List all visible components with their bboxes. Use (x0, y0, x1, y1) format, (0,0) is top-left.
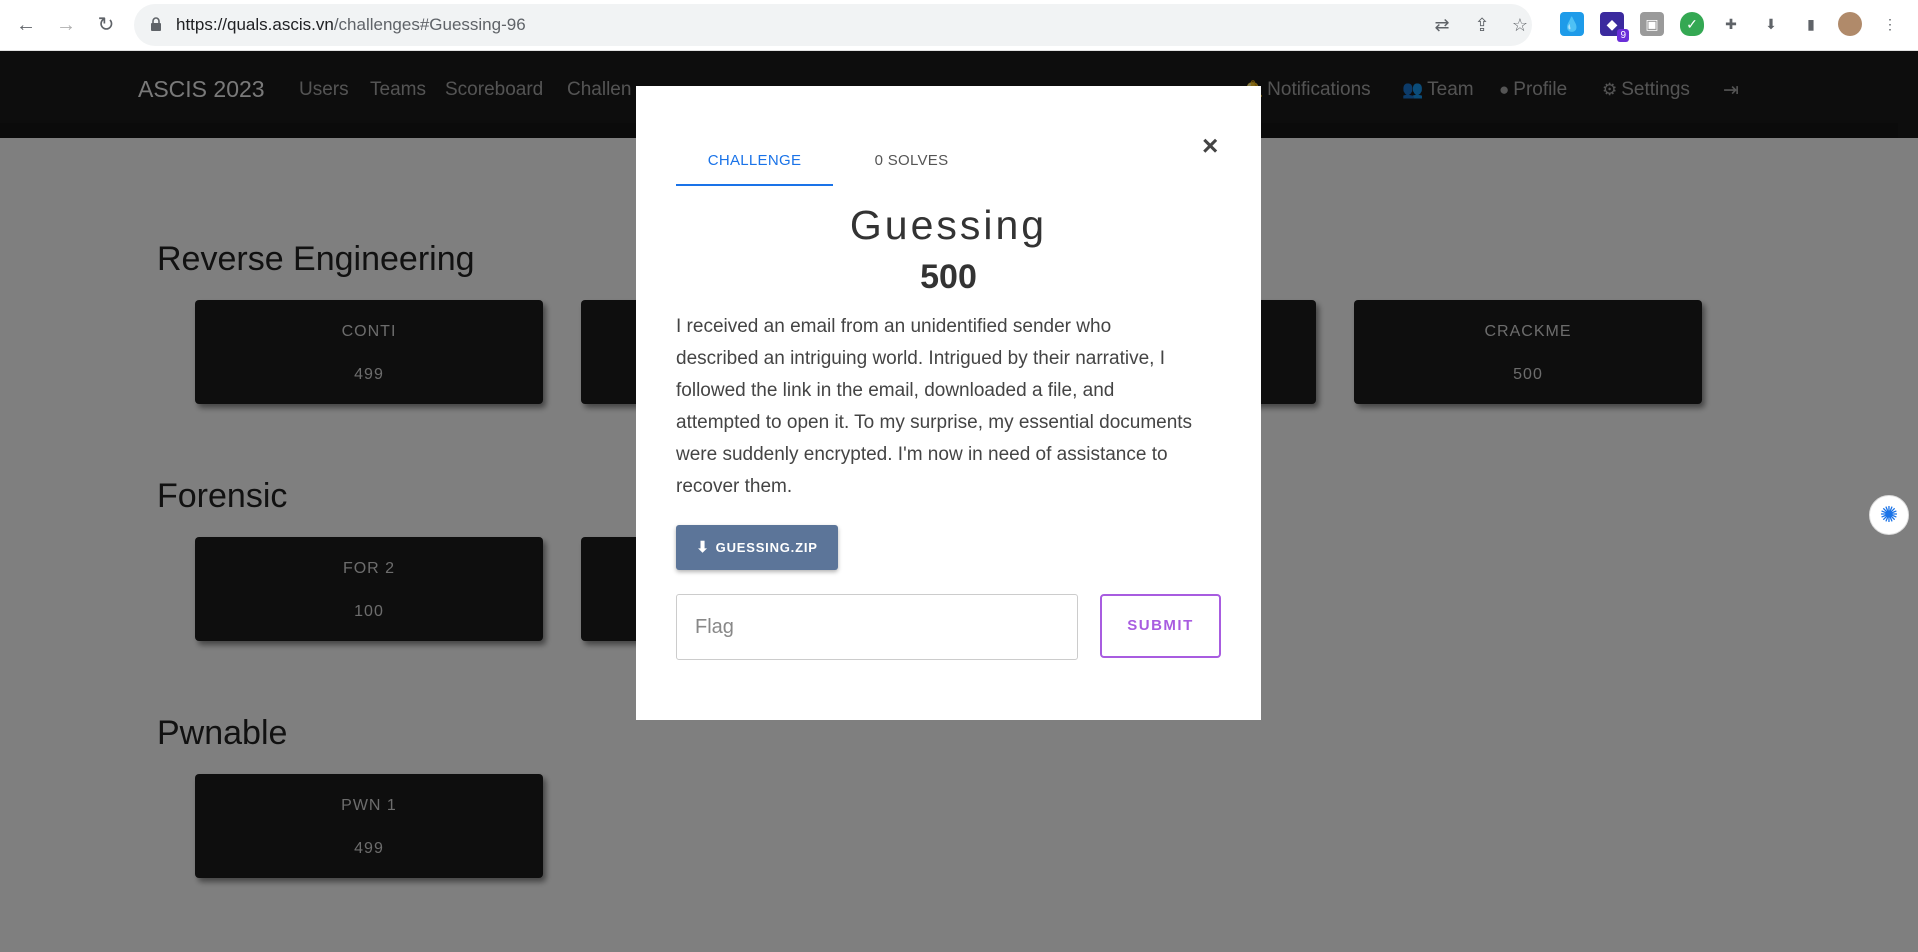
url-text: https://quals.ascis.vn/challenges#Guessi… (176, 15, 526, 34)
profile-extension-icon[interactable]: ▣ (1640, 12, 1664, 36)
ai-assistant-icon[interactable]: ✺ (1869, 495, 1909, 535)
raindrop-extension-icon[interactable]: 💧 (1560, 12, 1584, 36)
tab-challenge[interactable]: CHALLENGE (676, 146, 833, 186)
challenge-points: 500 (920, 258, 977, 296)
back-icon[interactable]: ← (12, 11, 40, 39)
browser-toolbar: ← → ↻ https://quals.ascis.vn/challenges#… (0, 0, 1918, 51)
reload-icon[interactable]: ↻ (92, 11, 120, 39)
flag-input[interactable] (676, 594, 1078, 660)
share-icon[interactable]: ⇪ (1471, 14, 1493, 36)
star-icon[interactable]: ☆ (1509, 14, 1531, 36)
side-panel-icon[interactable]: ▮ (1799, 12, 1823, 36)
download-file-button[interactable]: ⬇ GUESSING.ZIP (676, 525, 838, 570)
challenge-title: Guessing (849, 202, 1048, 248)
close-icon[interactable]: × (1202, 130, 1218, 162)
tab-solves[interactable]: 0 SOLVES (833, 146, 990, 186)
submit-button[interactable]: SUBMIT (1100, 594, 1221, 658)
challenge-modal: CHALLENGE 0 SOLVES × Guessing 500 I rece… (636, 86, 1261, 720)
menu-dots-icon[interactable]: ⋮ (1878, 12, 1902, 36)
extension-icon[interactable]: ◆ 9 (1600, 12, 1629, 42)
challenge-description: I received an email from an unidentified… (676, 316, 1193, 497)
address-bar[interactable]: https://quals.ascis.vn/challenges#Guessi… (134, 4, 1532, 46)
download-icon: ⬇ (696, 539, 710, 556)
puzzle-icon[interactable]: ✚ (1719, 12, 1743, 36)
download-label: GUESSING.ZIP (715, 540, 818, 555)
download-icon[interactable]: ⬇ (1759, 12, 1783, 36)
lock-icon (151, 17, 161, 31)
forward-icon[interactable]: → (52, 11, 80, 39)
translate-icon[interactable]: ⇄ (1431, 14, 1453, 36)
shield-extension-icon[interactable]: ✓ (1680, 12, 1704, 36)
avatar[interactable] (1838, 12, 1862, 36)
